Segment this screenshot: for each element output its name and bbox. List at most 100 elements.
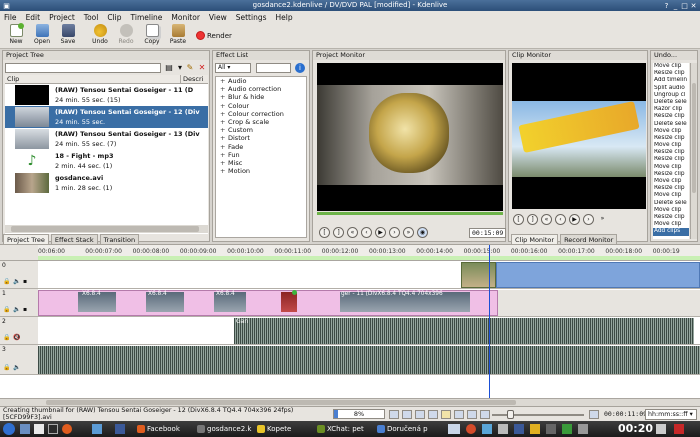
tray-network-icon[interactable] bbox=[482, 424, 492, 434]
play-icon[interactable]: ▶ bbox=[569, 214, 580, 225]
track-video-0[interactable] bbox=[38, 261, 700, 289]
tray-app-icon[interactable] bbox=[466, 424, 476, 434]
project-monitor-timecode[interactable]: 00:15:09 bbox=[469, 228, 507, 238]
effect-category[interactable]: + Fun bbox=[216, 151, 306, 159]
undo-history-item[interactable]: Move clip bbox=[653, 128, 689, 135]
next-frame-icon[interactable]: › bbox=[389, 227, 400, 238]
menu-timeline[interactable]: Timeline bbox=[131, 13, 163, 22]
undo-history-item[interactable]: Delete sele bbox=[653, 200, 689, 207]
task-xchat[interactable]: XChat: pet bbox=[316, 422, 364, 436]
edit-clip-icon[interactable]: ✎ bbox=[185, 63, 195, 73]
previous-frame-icon[interactable]: ‹ bbox=[555, 214, 566, 225]
redo-button[interactable]: Redo bbox=[114, 23, 138, 48]
previous-frame-icon[interactable]: ‹ bbox=[361, 227, 372, 238]
tray-keyboard-icon[interactable] bbox=[448, 424, 460, 434]
undo-history-item[interactable]: Split audio bbox=[653, 85, 689, 92]
keyframe-marker[interactable] bbox=[292, 290, 297, 295]
track-audio-2[interactable]: Gan bbox=[38, 317, 700, 345]
video-clip-selected[interactable] bbox=[496, 262, 700, 288]
effect-category[interactable]: + Misc bbox=[216, 159, 306, 167]
clip-row[interactable]: gosdance.avi 1 min. 28 sec. (1) bbox=[5, 172, 208, 194]
audio-icon[interactable]: 🔈 bbox=[13, 364, 20, 371]
project-tree-search-input[interactable] bbox=[5, 63, 161, 73]
project-monitor-zone-bar[interactable] bbox=[317, 212, 503, 215]
undo-history-list[interactable]: Move clip Resize clip Add timelin Split aud… bbox=[653, 63, 689, 239]
copy-button[interactable]: Copy bbox=[140, 23, 164, 48]
menu-project[interactable]: Project bbox=[49, 13, 75, 22]
clip-row[interactable]: (RAW) Tensou Sentai Goseiger - 11 (D 24 … bbox=[5, 84, 208, 106]
new-button[interactable]: New bbox=[4, 23, 28, 48]
rewind-icon[interactable]: « bbox=[347, 227, 358, 238]
kde-menu-icon[interactable] bbox=[3, 423, 15, 435]
timeline-scrollbar-thumb[interactable] bbox=[46, 400, 516, 405]
track-header-audio-2[interactable]: 2 🔒 🔇 bbox=[0, 317, 38, 345]
dropdown-arrow-icon[interactable]: ▾ bbox=[175, 63, 185, 73]
effect-category[interactable]: + Audio bbox=[216, 77, 306, 85]
close-icon[interactable]: ✕ bbox=[689, 2, 698, 11]
window-titlebar[interactable]: ▣ gosdance2.kdenlive / DV/DVD PAL [modif… bbox=[0, 0, 700, 11]
effect-tree[interactable]: + Audio + Audio correction + Blur & hide + C… bbox=[215, 76, 307, 238]
lock-icon[interactable]: 🔒 bbox=[3, 364, 10, 371]
audio-waveform[interactable] bbox=[234, 318, 694, 344]
clip-row-selected[interactable]: (RAW) Tensou Sentai Goseiger - 12 (Div 2… bbox=[5, 106, 208, 128]
menu-monitor[interactable]: Monitor bbox=[171, 13, 200, 22]
undo-history-item[interactable]: Resize clip bbox=[653, 171, 689, 178]
menu-view[interactable]: View bbox=[209, 13, 227, 22]
menu-tool[interactable]: Tool bbox=[84, 13, 99, 22]
files-icon[interactable] bbox=[34, 424, 44, 434]
audio-icon[interactable]: 🔈 bbox=[13, 278, 20, 285]
track-header-video-0[interactable]: 0 🔒 🔈 ▪ bbox=[0, 261, 38, 289]
timeline-ruler[interactable]: 00:06:00 00:00:07:00 00:00:08:00 00:00:09:0… bbox=[38, 245, 700, 261]
thumbnails-toggle-icon[interactable] bbox=[389, 410, 399, 419]
tray-chat-icon[interactable] bbox=[514, 424, 524, 434]
save-button[interactable]: Save bbox=[56, 23, 80, 48]
undo-history-item[interactable]: Razor clip bbox=[653, 106, 689, 113]
timeline-zone[interactable] bbox=[38, 256, 700, 260]
razor-tool-icon[interactable] bbox=[454, 410, 464, 419]
pager-icon[interactable] bbox=[92, 424, 102, 434]
set-zone-start-icon[interactable]: [ bbox=[513, 214, 524, 225]
timecode-format-select[interactable]: hh:mm:ss::ff ▾ bbox=[645, 409, 697, 420]
undo-history-scrollbar[interactable] bbox=[690, 63, 697, 239]
lock-icon[interactable]: 🔒 bbox=[3, 306, 10, 313]
undo-history-item[interactable]: Resize clip bbox=[653, 149, 689, 156]
video-icon[interactable]: ▪ bbox=[23, 278, 27, 285]
play-icon[interactable]: ▶ bbox=[375, 227, 386, 238]
lock-icon[interactable]: 🔒 bbox=[3, 334, 10, 341]
effect-category[interactable]: + Blur & hide bbox=[216, 93, 306, 101]
browser-icon[interactable] bbox=[62, 424, 72, 434]
project-clip-list[interactable]: (RAW) Tensou Sentai Goseiger - 11 (D 24 … bbox=[5, 84, 208, 234]
menu-help[interactable]: Help bbox=[276, 13, 293, 22]
column-clip[interactable]: Clip bbox=[5, 75, 181, 83]
menu-settings[interactable]: Settings bbox=[236, 13, 267, 22]
rewind-icon[interactable]: « bbox=[541, 214, 552, 225]
snap-toggle-icon[interactable] bbox=[428, 410, 438, 419]
clip-row[interactable]: (RAW) Tensou Sentai Goseiger - 13 (Div 2… bbox=[5, 128, 208, 150]
lock-icon[interactable]: 🔒 bbox=[3, 278, 10, 285]
tray-updates-icon[interactable] bbox=[578, 424, 588, 434]
timeline-empty-area[interactable] bbox=[0, 375, 700, 399]
undo-history-item[interactable]: Delete sele bbox=[653, 121, 689, 128]
info-icon[interactable]: i bbox=[295, 63, 305, 73]
undo-history-item[interactable]: Resize clip bbox=[653, 214, 689, 221]
task-facebook[interactable]: Facebook bbox=[136, 422, 180, 436]
menu-edit[interactable]: Edit bbox=[26, 13, 41, 22]
task-kdenlive[interactable]: gosdance2.k bbox=[196, 422, 251, 436]
volume-icon[interactable]: ◉ bbox=[417, 227, 428, 238]
undo-history-item[interactable]: Move clip bbox=[653, 207, 689, 214]
effect-category[interactable]: + Motion bbox=[216, 167, 306, 175]
zoom-slider-track[interactable] bbox=[492, 414, 584, 416]
effect-category[interactable]: + Audio correction bbox=[216, 85, 306, 93]
more-controls-icon[interactable]: » bbox=[597, 214, 608, 225]
maximize-icon[interactable]: □ bbox=[680, 2, 689, 11]
track-header-audio-3[interactable]: 3 🔒 🔈 bbox=[0, 345, 38, 375]
undo-button[interactable]: Undo bbox=[88, 23, 112, 48]
undo-history-item[interactable]: Move clip bbox=[653, 142, 689, 149]
audio-icon[interactable]: 🔈 bbox=[13, 306, 20, 313]
desktop-icon[interactable] bbox=[20, 424, 30, 434]
clip-row[interactable]: ♪ 18 - Fight - mp3 2 min. 44 sec. (1) bbox=[5, 150, 208, 172]
undo-history-item[interactable]: Resize clip bbox=[653, 70, 689, 77]
set-zone-start-icon[interactable]: [ bbox=[319, 227, 330, 238]
set-zone-end-icon[interactable]: ] bbox=[527, 214, 538, 225]
tray-volume-icon[interactable] bbox=[546, 424, 556, 434]
